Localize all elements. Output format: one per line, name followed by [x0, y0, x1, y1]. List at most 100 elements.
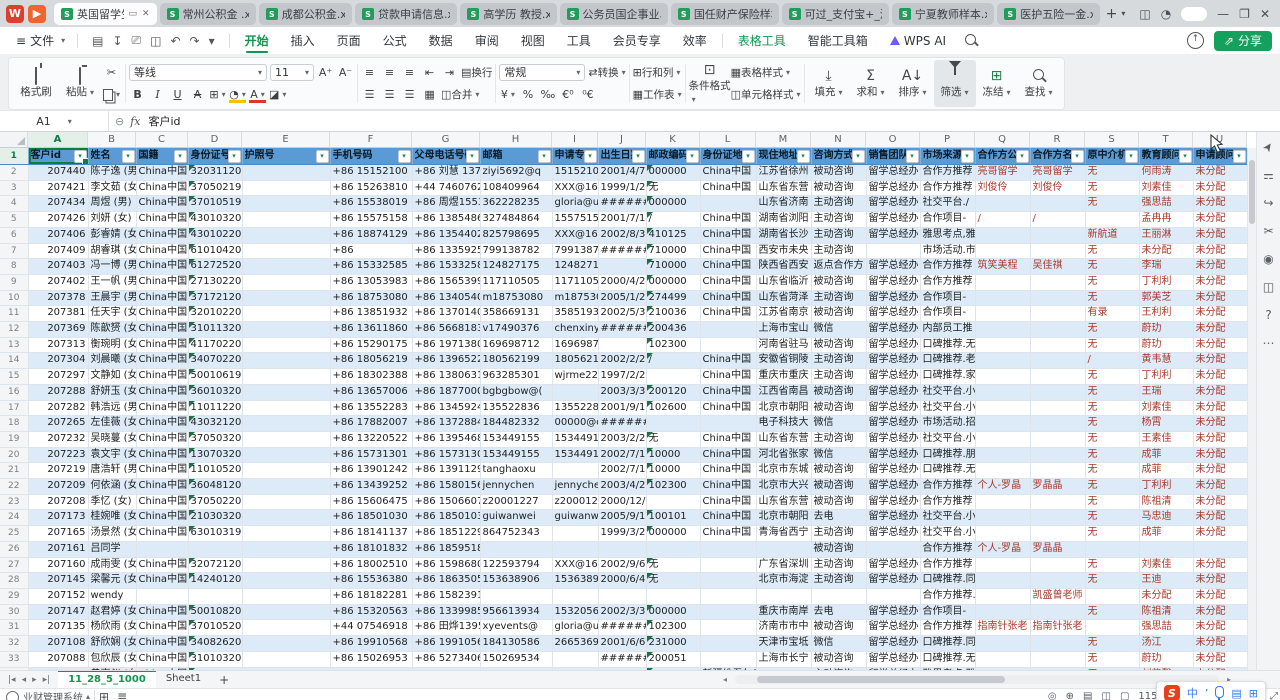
cell[interactable]: +86 18141137 — [330, 526, 412, 542]
cell[interactable]: 北京市朝阳 — [756, 400, 811, 416]
column-header-cell[interactable]: 销售团队▾ — [866, 148, 920, 165]
cell[interactable]: 口碑推荐.家 — [920, 369, 975, 385]
cell[interactable] — [866, 541, 920, 557]
selection-mode-icon[interactable]: ⊕ — [1066, 691, 1074, 700]
cell[interactable]: ziyi5692@q — [480, 165, 552, 181]
cell[interactable]: 2001/6/6 — [598, 636, 646, 652]
select-all-corner[interactable] — [0, 132, 28, 148]
cell[interactable]: 被动咨询 — [811, 337, 866, 353]
row-number[interactable]: 13 — [0, 337, 28, 353]
cell[interactable]: 799138782 — [480, 243, 552, 259]
cell[interactable]: 马忠迪 — [1139, 510, 1193, 526]
cell[interactable]: 207409 — [28, 243, 88, 259]
cell[interactable]: 430102200208315525 — [188, 227, 242, 243]
cell[interactable]: +86 19910568 — [330, 636, 412, 652]
outline-icon[interactable]: ≣ — [117, 690, 127, 700]
menu-tab-智能工具箱[interactable]: 智能工具箱 — [797, 28, 879, 54]
cell[interactable] — [1030, 337, 1085, 353]
cell[interactable]: 207108 — [28, 636, 88, 652]
cell[interactable]: 丁利利 — [1139, 369, 1193, 385]
cell[interactable]: China中国 — [136, 369, 188, 385]
cell[interactable] — [700, 604, 756, 620]
cell[interactable]: 无 — [1085, 180, 1139, 196]
cell[interactable]: +86 13965221001 — [412, 353, 480, 369]
cell[interactable]: 360103200303300725 — [188, 384, 242, 400]
cell[interactable] — [242, 337, 330, 353]
cell[interactable] — [700, 588, 756, 604]
cell[interactable] — [700, 557, 756, 573]
cell[interactable]: 430103200107142529 — [188, 212, 242, 228]
cell[interactable]: 陈祖清 — [1139, 494, 1193, 510]
cell[interactable]: 无 — [1085, 196, 1139, 212]
row-number[interactable]: 21 — [0, 463, 28, 479]
undo-icon[interactable]: ↶ — [170, 34, 180, 48]
cell[interactable]: +86 13053983 — [330, 274, 412, 290]
cell[interactable] — [242, 384, 330, 400]
cell[interactable]: m18753080 — [480, 290, 552, 306]
cell[interactable]: / — [646, 212, 700, 228]
pointer-icon[interactable]: ➤ — [1260, 139, 1277, 155]
column-header-O[interactable]: O — [866, 132, 920, 148]
cell[interactable]: jennychen — [480, 479, 552, 495]
cell[interactable]: 710000 — [646, 259, 700, 275]
cell[interactable]: 留学总经办 — [866, 447, 920, 463]
currency-button[interactable]: ¥▾ — [499, 86, 516, 103]
cell[interactable] — [480, 588, 552, 604]
cell[interactable]: 合作方推荐 — [920, 494, 975, 510]
cell[interactable]: 未分配 — [1139, 243, 1193, 259]
cell[interactable]: 231000 — [646, 636, 700, 652]
cell[interactable]: XXX@163.( — [552, 557, 598, 573]
convert-button[interactable]: ⇄ 转换▾ — [588, 64, 625, 81]
cell[interactable]: 留学总经办 — [866, 165, 920, 181]
cell[interactable]: 李瑞 — [1139, 259, 1193, 275]
column-header-C[interactable]: C — [136, 132, 188, 148]
cell[interactable] — [1030, 651, 1085, 667]
cell[interactable]: China中国 — [136, 416, 188, 432]
freeze-button[interactable]: ⊞冻结▾ — [976, 60, 1018, 107]
cell[interactable]: 102300 — [646, 620, 700, 636]
cell[interactable]: +86 15801565911 — [412, 479, 480, 495]
align-center-icon[interactable]: ☰ — [381, 86, 398, 103]
cell[interactable]: 重庆市重庆 — [756, 369, 811, 385]
column-header-cell[interactable]: 咨询方式▾ — [811, 148, 866, 165]
row-number[interactable]: 29 — [0, 588, 28, 604]
row-number[interactable]: 11 — [0, 306, 28, 322]
clear-format-button[interactable]: ◪▾ — [269, 86, 286, 103]
cell[interactable]: China中国 — [136, 180, 188, 196]
cell[interactable]: 湖南省长沙 — [756, 227, 811, 243]
cell[interactable]: 500108200203035125 — [188, 604, 242, 620]
filter-dropdown-button[interactable]: ▾ — [1016, 150, 1029, 163]
cell[interactable]: 王迪 — [1139, 573, 1193, 589]
cell[interactable]: China中国 — [136, 322, 188, 338]
cell[interactable]: China中国 — [136, 353, 188, 369]
cell[interactable]: 社交平台.小 — [920, 384, 975, 400]
cell[interactable]: +86 56681836 — [412, 322, 480, 338]
cell[interactable]: 207147 — [28, 604, 88, 620]
column-header-cell[interactable]: 手机号码▾ — [330, 148, 412, 165]
cell[interactable]: China中国 — [700, 369, 756, 385]
cell[interactable]: 310113200211152925 — [188, 322, 242, 338]
cell[interactable]: +86 13806312761 — [412, 369, 480, 385]
cell[interactable]: +86 13544021982 — [412, 227, 480, 243]
cell[interactable]: 主动咨询 — [811, 243, 866, 259]
cell[interactable] — [242, 353, 330, 369]
cell[interactable]: 口碑推荐.同 — [920, 573, 975, 589]
cell[interactable]: 未分配 — [1193, 416, 1247, 432]
cell[interactable]: 无 — [1085, 463, 1139, 479]
cell[interactable]: 430321200211140121 — [188, 416, 242, 432]
cell[interactable]: 169698712 — [552, 337, 598, 353]
search-button[interactable] — [957, 34, 984, 48]
cell[interactable]: 王一帆 (男 — [88, 274, 136, 290]
cell[interactable]: 被动咨询 — [811, 274, 866, 290]
cell[interactable]: 无 — [1085, 322, 1139, 338]
cell[interactable] — [242, 212, 330, 228]
cell[interactable]: China中国 — [136, 479, 188, 495]
cell[interactable] — [1030, 322, 1085, 338]
qat-more-icon[interactable]: ▾ — [209, 34, 215, 48]
cell[interactable]: 无 — [1085, 290, 1139, 306]
cell[interactable] — [552, 384, 598, 400]
cell[interactable]: +86 15026953 — [330, 651, 412, 667]
cell[interactable]: 留学总经办 — [866, 636, 920, 652]
cell[interactable]: 安徽省铜陵 — [756, 353, 811, 369]
formula-input[interactable]: 客户id — [149, 113, 181, 129]
